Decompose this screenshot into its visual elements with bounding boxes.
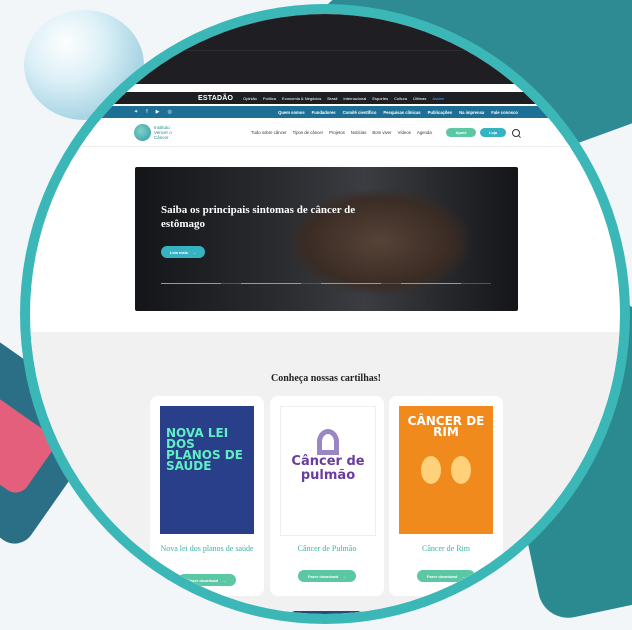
hero-banner[interactable]: Saiba os principais sintomas de câncer d… [135,167,518,311]
estadao-menu-opiniao[interactable]: Opinião [243,96,257,101]
link-publicacoes[interactable]: Publicações [428,110,452,115]
nav-projetos[interactable]: Projetos [329,130,345,135]
nav-links: Tudo sobre câncer Tipos de câncer Projet… [251,130,432,135]
download-button[interactable]: Fazer download → [417,570,475,582]
arrow-right-icon: → [342,573,347,579]
download-button[interactable]: Fazer download → [178,574,236,586]
arrow-right-icon: → [192,249,197,255]
carousel-indicators[interactable] [161,283,491,284]
arrow-right-icon: → [461,573,466,579]
card-label[interactable]: Nova lei dos planos de saúde [150,544,264,554]
youtube-icon[interactable]: ▶ [156,109,160,115]
nav-tudo-sobre-cancer[interactable]: Tudo sobre câncer [251,130,287,135]
estadao-menu-assine[interactable]: Assine [432,96,444,101]
estadao-menu-cultura[interactable]: Cultura [394,96,407,101]
arrow-right-icon: → [350,615,355,620]
link-fundadores[interactable]: Fundadores [312,110,336,115]
main-navbar: Instituto Vencer o Câncer Tudo sobre cân… [30,118,620,147]
cartilha-cover: Câncer de pulmão [280,406,376,536]
social-icons: ✦ f ▶ ◎ [134,109,172,115]
browser-top [30,14,620,84]
nav-videos[interactable]: Vídeos [398,130,411,135]
estadao-menu-economia[interactable]: Economia & Negócios [282,96,321,101]
hero-read-more-label: Leia mais [169,249,189,255]
see-all-publications-button[interactable]: Ver todas as publicações → [289,611,364,620]
cover-title: Câncer de pulmão [291,454,365,483]
cover-title: CÂNCER DE RIM [407,414,485,439]
see-all-label: Ver todas as publicações [298,615,346,620]
estadao-menu-politica[interactable]: Política [263,96,276,101]
estadao-menu-internacional[interactable]: Internacional [343,96,366,101]
institutional-links: Quem somos Fundadores Comitê científico … [278,110,518,115]
nav-bom-viver[interactable]: Bom viver [372,130,391,135]
twitter-icon[interactable]: ✦ [134,109,138,115]
ribbon-icon [317,429,339,455]
link-pesquisas[interactable]: Pesquisas clínicas [383,110,420,115]
download-button[interactable]: Fazer download → [298,570,356,582]
site-logo[interactable]: Instituto Vencer o Câncer [134,124,180,141]
social-bar: ✦ f ▶ ◎ Quem somos Fundadores Comitê cie… [30,106,620,118]
search-icon[interactable] [512,129,520,137]
link-fale-conosco[interactable]: Fale conosco [491,110,518,115]
estadao-logo[interactable]: ESTADÃO [198,95,233,102]
cartilha-cover: CÂNCER DE RIM [399,406,493,534]
logo-text: Instituto Vencer o Câncer [154,125,172,140]
carousel-dot[interactable] [241,283,301,284]
hero-title: Saiba os principais sintomas de câncer d… [161,204,356,230]
hero-read-more-button[interactable]: Leia mais → [161,246,205,258]
circular-frame: ESTADÃO Opinião Política Economia & Negó… [20,4,630,624]
download-label: Fazer download [426,573,458,579]
nav-agenda[interactable]: Agenda [417,130,432,135]
download-label: Fazer download [187,577,219,583]
estadao-menu-esportes[interactable]: Esportes [372,96,388,101]
kidney-icon [451,456,471,484]
cartilha-card[interactable]: CÂNCER DE RIM Câncer de Rim Fazer downlo… [389,396,503,596]
cartilha-card[interactable]: Câncer de pulmão Câncer de Pulmão Fazer … [270,396,384,596]
carousel-dot[interactable] [401,283,461,284]
apoie-button[interactable]: Apoie [446,128,476,137]
nav-noticias[interactable]: Notícias [351,130,367,135]
instagram-icon[interactable]: ◎ [167,109,171,115]
loja-button[interactable]: Loja [480,128,506,137]
cartilha-cover: NOVA LEI DOS PLANOS DE SAÚDE [160,406,254,534]
carousel-dot[interactable] [321,283,381,284]
carousel-dot[interactable] [161,283,221,284]
divider [30,50,620,51]
card-label[interactable]: Câncer de Pulmão [270,544,384,554]
estadao-menu-ultimas[interactable]: Últimas [413,96,426,101]
facebook-icon[interactable]: f [146,109,147,115]
kidney-icon [421,456,441,484]
nav-tipos-de-cancer[interactable]: Tipos de câncer [293,130,323,135]
arrow-right-icon: → [222,577,227,583]
estadao-menu-bar: ESTADÃO Opinião Política Economia & Negó… [30,92,620,104]
download-label: Fazer download [307,573,339,579]
logo-mark-icon [134,124,151,141]
cover-title: NOVA LEI DOS PLANOS DE SAÚDE [166,426,243,473]
cartilha-card[interactable]: NOVA LEI DOS PLANOS DE SAÚDE Nova lei do… [150,396,264,596]
card-label[interactable]: Câncer de Rim [389,544,503,554]
estadao-menu-brasil[interactable]: Brasil [327,96,337,101]
link-imprensa[interactable]: Na imprensa [459,110,484,115]
link-quem-somos[interactable]: Quem somos [278,110,305,115]
section-title: Conheça nossas cartilhas! [270,373,381,384]
link-comite[interactable]: Comitê científico [343,110,377,115]
